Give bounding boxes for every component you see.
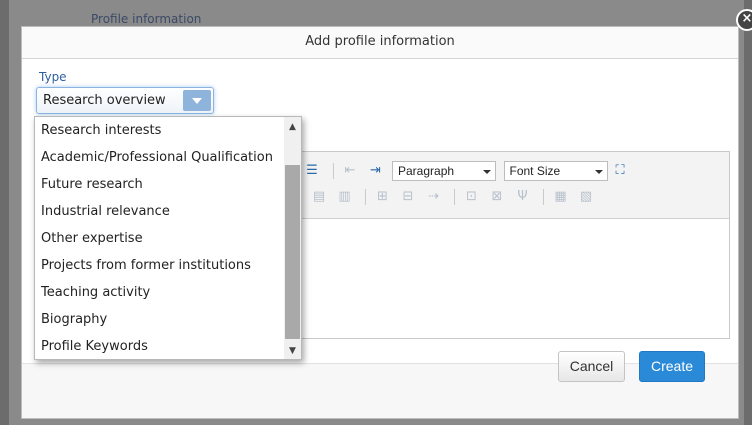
dropdown-option[interactable]: Profile Keywords bbox=[35, 333, 285, 359]
dropdown-option[interactable]: Other expertise bbox=[35, 225, 285, 252]
dropdown-option[interactable]: Future research bbox=[35, 171, 285, 198]
dropdown-option[interactable]: Industrial relevance bbox=[35, 198, 285, 225]
chevron-up-icon[interactable]: ▲ bbox=[284, 119, 301, 135]
type-label: Type bbox=[39, 70, 67, 84]
background-page-title: Profile information bbox=[91, 12, 202, 26]
split-icon[interactable]: ⊠ bbox=[488, 188, 506, 206]
toolbar-separator bbox=[454, 189, 455, 205]
grid2-icon[interactable]: ▦ bbox=[552, 188, 570, 206]
table-col-icon[interactable]: ⊞ bbox=[374, 188, 392, 206]
chevron-down-icon[interactable] bbox=[183, 90, 211, 111]
list-icon[interactable]: ☰ bbox=[303, 162, 321, 180]
grid-icon[interactable]: Ψ bbox=[514, 188, 532, 206]
close-icon[interactable]: × bbox=[736, 9, 752, 31]
table-icon[interactable]: ▤ bbox=[310, 188, 328, 206]
type-select-value: Research overview bbox=[43, 93, 166, 108]
cell-icon[interactable]: ⇢ bbox=[425, 188, 443, 206]
type-select[interactable]: Research overview bbox=[36, 87, 214, 114]
dropdown-option[interactable]: Teaching activity bbox=[35, 279, 285, 306]
font-size-select[interactable]: Font Size bbox=[503, 161, 608, 181]
type-dropdown-list[interactable]: Research interests Academic/Professional… bbox=[34, 116, 302, 360]
toolbar-separator bbox=[332, 163, 334, 179]
toolbar-separator bbox=[365, 189, 366, 205]
caret-down-icon bbox=[594, 170, 603, 174]
outdent-icon[interactable]: ⇤ bbox=[341, 162, 359, 180]
indent-icon[interactable]: ⇥ bbox=[367, 162, 385, 180]
font-size-value: Font Size bbox=[509, 164, 561, 178]
dialog-title: Add profile information bbox=[22, 27, 738, 59]
paragraph-format-value: Paragraph bbox=[398, 164, 455, 178]
cancel-button[interactable]: Cancel bbox=[558, 351, 625, 382]
scrollbar-thumb[interactable] bbox=[285, 165, 300, 339]
toolbar-row-1: ☰ ⇤ ⇥ Paragraph Font Size ⛶ bbox=[303, 161, 633, 183]
dropdown-options: Research interests Academic/Professional… bbox=[35, 117, 285, 359]
caret-down-icon bbox=[483, 170, 491, 174]
fullscreen-icon[interactable]: ⛶ bbox=[611, 162, 629, 180]
table-merge-icon[interactable]: ⊟ bbox=[399, 188, 417, 206]
dropdown-scrollbar[interactable]: ▲ ▼ bbox=[284, 117, 301, 359]
paragraph-format-select[interactable]: Paragraph bbox=[392, 161, 496, 181]
grid3-icon[interactable]: ▧ bbox=[577, 188, 595, 206]
chevron-down-icon[interactable]: ▼ bbox=[284, 343, 301, 359]
cell-props-icon[interactable]: ⊡ bbox=[463, 188, 481, 206]
dropdown-option[interactable]: Academic/Professional Qualification bbox=[35, 144, 285, 171]
dropdown-option[interactable]: Research interests bbox=[35, 117, 285, 144]
create-button[interactable]: Create bbox=[639, 351, 705, 382]
dropdown-option[interactable]: Projects from former institutions bbox=[35, 252, 285, 279]
table-row-icon[interactable]: ▥ bbox=[336, 188, 354, 206]
dialog-footer bbox=[22, 363, 738, 418]
dropdown-option[interactable]: Biography bbox=[35, 306, 285, 333]
toolbar-separator bbox=[543, 189, 544, 205]
toolbar-row-2: ▤ ▥ ⊞ ⊟ ⇢ ⊡ ⊠ Ψ ▦ ▧ bbox=[310, 188, 599, 210]
